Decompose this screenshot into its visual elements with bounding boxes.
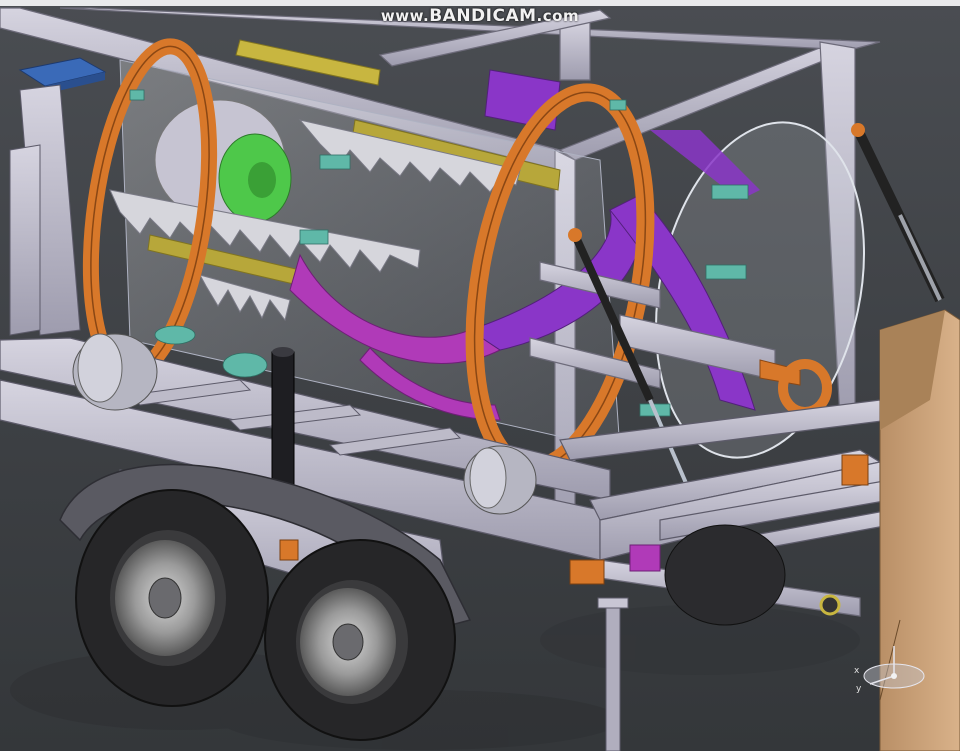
wheel-front[interactable]: [264, 539, 456, 741]
compass-x-label: x: [854, 666, 860, 676]
orientation-compass[interactable]: x y: [852, 640, 932, 700]
cad-viewport[interactable]: www.BANDICAM.com x y: [0, 0, 960, 751]
wheel-far: [664, 524, 786, 626]
recorder-watermark: www.BANDICAM.com: [0, 6, 960, 26]
compass-y-label: y: [856, 684, 862, 694]
bearing-right[interactable]: [463, 445, 537, 515]
watermark-prefix: www.: [380, 7, 430, 25]
bearing-left[interactable]: [72, 333, 158, 411]
wheel-rear[interactable]: [75, 489, 269, 707]
watermark-suffix: .com: [536, 7, 580, 25]
hydraulic-cylinder-right[interactable]: [851, 123, 945, 303]
left-stand: [9, 84, 81, 336]
compass-icon: [863, 646, 925, 689]
trailer-drum-model[interactable]: [0, 0, 960, 751]
watermark-brand: BANDICAM: [429, 6, 537, 26]
